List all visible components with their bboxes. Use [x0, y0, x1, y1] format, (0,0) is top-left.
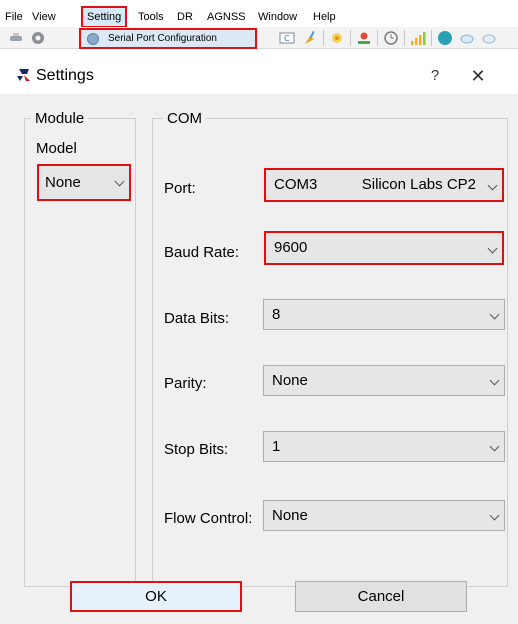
menu-setting[interactable]: Setting	[81, 6, 128, 28]
console-icon[interactable]: C	[279, 30, 295, 46]
toolbar-separator	[377, 30, 378, 46]
dialog-title: Settings	[36, 67, 94, 84]
chevron-down-icon	[489, 441, 500, 452]
close-button[interactable]: ✕	[466, 65, 490, 87]
globe-icon[interactable]	[437, 30, 453, 46]
baud-rate-select[interactable]: 9600	[264, 231, 504, 265]
stop-bits-select[interactable]: 1	[263, 431, 505, 462]
menu-item-label: Serial Port Configuration	[108, 33, 217, 44]
clock-icon[interactable]	[383, 30, 399, 46]
toolbar-separator	[431, 30, 432, 46]
baud-rate-label: Baud Rate:	[164, 244, 240, 261]
chevron-down-icon	[114, 176, 125, 187]
toolbar-separator	[323, 30, 324, 46]
chevron-down-icon	[489, 375, 500, 386]
setting-dropdown-menu: Serial Port Configuration	[79, 28, 257, 49]
menu-help[interactable]: Help	[313, 10, 336, 24]
svg-text:C: C	[284, 34, 290, 43]
toolbar-separator	[404, 30, 405, 46]
chevron-down-icon	[487, 180, 498, 191]
app-logo-icon	[16, 68, 32, 82]
help-button[interactable]: ?	[425, 65, 445, 87]
port-select-value: COM3	[274, 176, 318, 193]
serial-port-icon	[87, 33, 99, 45]
data-bits-value: 8	[272, 306, 281, 323]
flow-control-select[interactable]: None	[263, 500, 505, 531]
toolbar-separator	[350, 30, 351, 46]
menu-tools[interactable]: Tools	[138, 10, 164, 24]
toolbar: C	[0, 27, 518, 49]
parity-value: None	[272, 372, 308, 389]
stop-bits-value: 1	[272, 438, 281, 455]
port-select[interactable]: COM3 Silicon Labs CP2	[264, 168, 504, 202]
dialog-title-bar: Settings ? ✕	[0, 56, 518, 94]
ok-button[interactable]: OK	[70, 581, 242, 612]
menu-agnss[interactable]: AGNSS	[207, 10, 246, 24]
cancel-button[interactable]: Cancel	[295, 581, 467, 612]
flow-control-value: None	[272, 507, 308, 524]
port-select-description: Silicon Labs CP2	[361, 176, 476, 193]
menu-bar: File View Setting Tools DR AGNSS Window …	[0, 0, 518, 28]
chevron-down-icon	[489, 309, 500, 320]
chevron-down-icon	[487, 243, 498, 254]
gear-icon[interactable]	[30, 30, 46, 46]
menu-dr[interactable]: DR	[177, 10, 193, 24]
stop-bits-label: Stop Bits:	[164, 441, 229, 458]
parity-label: Parity:	[164, 375, 207, 392]
menu-file[interactable]: File	[5, 10, 23, 24]
broom-icon[interactable]	[302, 30, 318, 46]
dialog-body: Module Model None COM Port: COM3 Silicon…	[0, 94, 518, 624]
menu-view[interactable]: View	[32, 10, 56, 24]
data-bits-label: Data Bits:	[164, 310, 230, 327]
target-icon[interactable]	[329, 30, 345, 46]
satellite-icon[interactable]	[8, 30, 24, 46]
model-select-value: None	[45, 174, 81, 191]
flow-control-label: Flow Control:	[164, 510, 253, 527]
cloud-upload-icon[interactable]	[481, 30, 497, 46]
map-pin-icon[interactable]	[356, 30, 372, 46]
module-group-title: Module	[31, 110, 89, 127]
model-label: Model	[36, 140, 77, 157]
cloud-icon[interactable]	[459, 30, 475, 46]
baud-rate-value: 9600	[274, 239, 308, 256]
chevron-down-icon	[489, 510, 500, 521]
data-bits-select[interactable]: 8	[263, 299, 505, 330]
menu-item-serial-port-configuration[interactable]: Serial Port Configuration	[81, 30, 255, 47]
port-label: Port:	[164, 180, 196, 197]
menu-window[interactable]: Window	[258, 10, 297, 24]
signal-bars-icon[interactable]	[410, 30, 426, 46]
model-select[interactable]: None	[37, 164, 131, 201]
com-group-title: COM	[163, 110, 206, 127]
parity-select[interactable]: None	[263, 365, 505, 396]
